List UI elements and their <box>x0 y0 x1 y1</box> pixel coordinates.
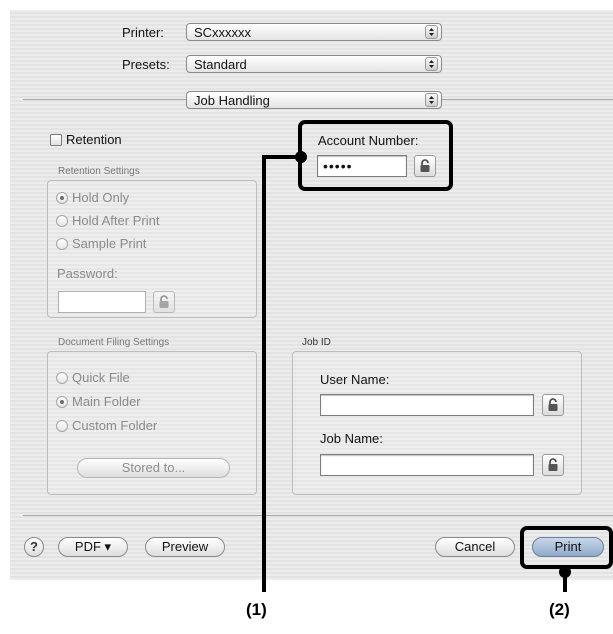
presets-popup[interactable]: Standard <box>186 55 442 73</box>
cancel-button[interactable]: Cancel <box>435 537 515 557</box>
radio-quick-file-label: Quick File <box>72 370 130 385</box>
retention-label: Retention <box>66 132 122 147</box>
radio-sample-print-label: Sample Print <box>72 236 147 251</box>
printer-label: Printer: <box>122 25 164 40</box>
lock-icon <box>548 398 558 411</box>
user-name-field[interactable] <box>320 394 534 416</box>
callout-label-1: (1) <box>246 600 267 619</box>
popup-arrows-icon <box>425 93 438 107</box>
radio-main-folder[interactable] <box>56 396 68 408</box>
callout-leader-1-vertical <box>262 155 266 592</box>
radio-main-folder-label: Main Folder <box>72 394 141 409</box>
pdf-button[interactable]: PDF ▾ <box>58 537 128 557</box>
section-popup[interactable]: Job Handling <box>186 91 442 109</box>
job-id-title: Job ID <box>302 337 331 348</box>
lock-icon <box>548 458 558 471</box>
help-icon[interactable]: ? <box>24 537 44 557</box>
footer-divider <box>23 515 613 516</box>
password-lock-button[interactable] <box>153 291 175 313</box>
job-name-lock-button[interactable] <box>542 454 564 476</box>
printer-value: SCxxxxxx <box>194 25 252 40</box>
callout-box-1 <box>298 120 453 191</box>
password-field[interactable] <box>58 291 146 313</box>
callout-box-2 <box>520 526 613 569</box>
user-name-label: User Name: <box>320 372 390 387</box>
retention-settings-title: Retention Settings <box>58 166 140 177</box>
callout-leader-1-horizontal <box>265 155 298 159</box>
job-name-field[interactable] <box>320 454 534 476</box>
radio-sample-print[interactable] <box>56 238 68 250</box>
radio-custom-folder[interactable] <box>56 420 68 432</box>
retention-checkbox[interactable] <box>50 134 62 146</box>
radio-hold-only-label: Hold Only <box>72 190 130 205</box>
presets-value: Standard <box>194 57 247 72</box>
callout-label-2: (2) <box>549 600 570 619</box>
callout-dot-2 <box>559 566 571 578</box>
radio-custom-folder-label: Custom Folder <box>72 418 158 433</box>
radio-hold-after-print[interactable] <box>56 215 68 227</box>
popup-arrows-icon <box>425 57 438 71</box>
stored-to-button[interactable]: Stored to... <box>77 458 230 478</box>
popup-arrows-icon <box>425 25 438 39</box>
document-filing-title: Document Filing Settings <box>58 337 170 348</box>
job-name-label: Job Name: <box>320 431 383 446</box>
printer-popup[interactable]: SCxxxxxx <box>186 23 442 41</box>
print-dialog: Printer: SCxxxxxx Presets: Standard Job … <box>10 10 613 580</box>
user-name-lock-button[interactable] <box>542 394 564 416</box>
presets-label: Presets: <box>122 57 170 72</box>
preview-button[interactable]: Preview <box>145 537 225 557</box>
section-value: Job Handling <box>194 93 270 108</box>
radio-quick-file[interactable] <box>56 372 68 384</box>
radio-hold-after-print-label: Hold After Print <box>72 213 160 228</box>
password-label: Password: <box>57 266 118 281</box>
lock-icon <box>159 295 169 308</box>
radio-hold-only[interactable] <box>56 192 68 204</box>
